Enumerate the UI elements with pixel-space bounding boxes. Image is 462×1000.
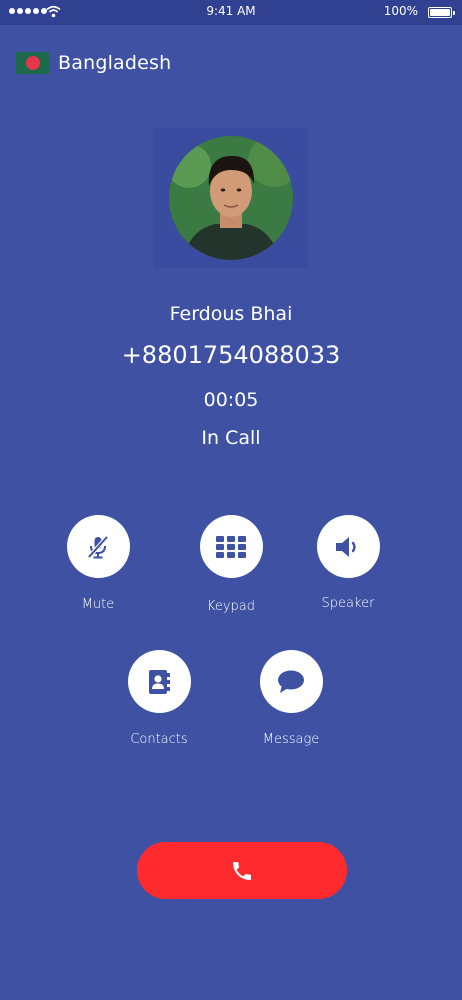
speaker-icon xyxy=(336,536,356,557)
bangladesh-flag-icon xyxy=(16,52,50,74)
avatar xyxy=(169,136,293,260)
keypad-icon xyxy=(216,535,246,558)
contacts-button[interactable] xyxy=(127,650,191,713)
keypad-label: Keypad xyxy=(206,599,256,614)
status-bar: 9:41 AM 100% xyxy=(0,0,462,25)
message-button[interactable] xyxy=(259,650,323,713)
message-label: Message xyxy=(262,732,320,747)
mute-button[interactable] xyxy=(66,515,130,578)
muted-mic-icon xyxy=(87,535,109,558)
end-call-button[interactable] xyxy=(137,842,347,899)
contacts-book-icon xyxy=(149,669,170,694)
caller-name: Ferdous Bhai xyxy=(169,303,293,325)
country-selector[interactable]: Bangladesh xyxy=(16,52,171,74)
chat-bubble-icon xyxy=(278,670,304,693)
speaker-label: Speaker xyxy=(321,596,375,611)
mute-label: Mute xyxy=(81,597,115,612)
contacts-label: Contacts xyxy=(130,732,188,747)
phone-handset-icon xyxy=(233,861,251,880)
country-name: Bangladesh xyxy=(58,52,172,74)
battery-icon xyxy=(428,7,455,18)
speaker-action: Speaker xyxy=(288,515,408,611)
message-action: Message xyxy=(231,650,351,747)
avatar-frame xyxy=(154,128,308,268)
keypad-button[interactable] xyxy=(199,515,263,578)
call-timer: 00:05 xyxy=(203,389,259,411)
mute-action: Mute xyxy=(38,515,158,612)
speaker-button[interactable] xyxy=(316,515,380,578)
contacts-action: Contacts xyxy=(99,650,219,747)
call-status: In Call xyxy=(201,427,261,449)
battery-percent: 100% xyxy=(383,4,418,18)
keypad-action: Keypad xyxy=(171,515,291,614)
caller-number: +8801754088033 xyxy=(121,341,341,369)
